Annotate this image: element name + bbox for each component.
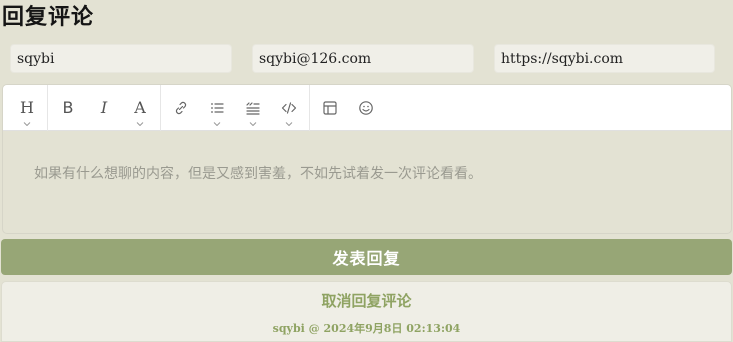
link-icon (175, 101, 187, 114)
table-button[interactable] (312, 85, 348, 131)
code-button[interactable] (271, 85, 307, 131)
comment-textarea[interactable] (3, 131, 731, 233)
cancel-reply-link[interactable]: 取消回复评论 (2, 290, 731, 311)
email-field[interactable] (252, 44, 474, 73)
chevron-down-icon (213, 121, 221, 126)
reply-separator: @ (308, 322, 320, 335)
chevron-down-icon (285, 121, 293, 126)
toolbar-divider (160, 85, 161, 131)
submit-reply-button[interactable]: 发表回复 (1, 239, 732, 275)
heading-button[interactable]: H (9, 85, 45, 131)
reply-author: sqybi (272, 322, 305, 335)
table-icon (323, 100, 337, 115)
reply-timestamp: 2024年9月8日 02:13:04 (323, 322, 461, 335)
comment-editor: H B I A (2, 84, 732, 234)
font-color-button[interactable]: A (122, 85, 158, 131)
quote-button[interactable] (235, 85, 271, 131)
cancel-reply-panel: 取消回复评论 sqybi @ 2024年9月8日 02:13:04 (1, 281, 732, 342)
font-color-icon: A (134, 97, 146, 117)
bold-button[interactable]: B (50, 85, 86, 131)
italic-button[interactable]: I (86, 85, 122, 131)
list-button[interactable] (199, 85, 235, 131)
website-field[interactable] (494, 44, 715, 73)
italic-icon: I (100, 97, 108, 117)
emoji-icon (359, 100, 373, 115)
code-icon (281, 101, 297, 114)
reply-target-info: sqybi @ 2024年9月8日 02:13:04 (2, 320, 731, 336)
list-icon (211, 102, 224, 113)
emoji-button[interactable] (348, 85, 384, 131)
reply-comment-form: 回复评论 H B I A (0, 0, 733, 342)
name-field[interactable] (10, 44, 232, 73)
toolbar-divider (47, 85, 48, 131)
quote-icon (246, 101, 260, 115)
chevron-down-icon (249, 121, 257, 126)
page-title: 回复评论 (2, 4, 95, 30)
toolbar-divider (309, 85, 310, 131)
editor-toolbar: H B I A (3, 85, 731, 131)
link-button[interactable] (163, 85, 199, 131)
chevron-down-icon (23, 121, 31, 126)
heading-icon: H (20, 97, 34, 117)
bold-icon: B (62, 97, 74, 117)
chevron-down-icon (136, 121, 144, 126)
